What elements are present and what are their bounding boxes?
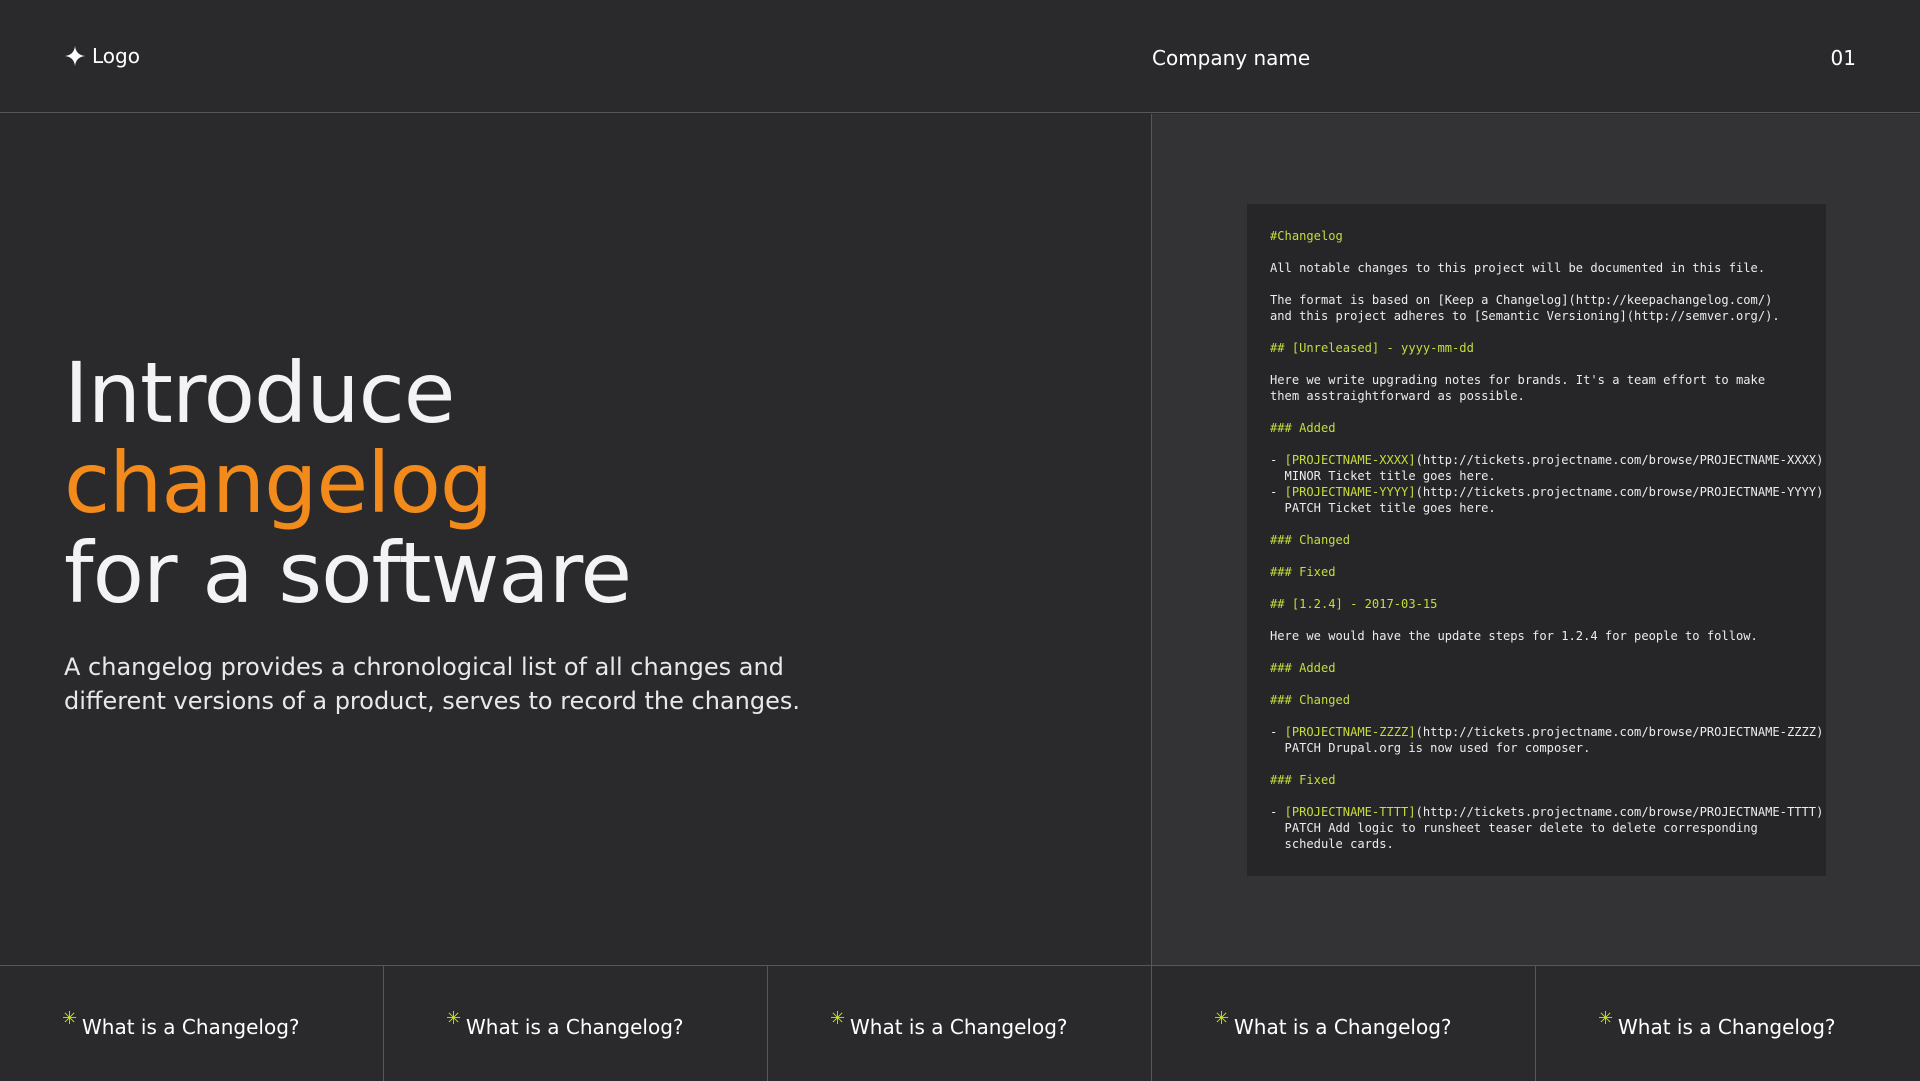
code-line: PATCH Ticket title goes here. (1270, 501, 1496, 515)
code-line: - [PROJECTNAME-ZZZZ](http://tickets.proj… (1270, 724, 1826, 740)
asterisk-icon: ✳ (1598, 1008, 1614, 1029)
code-bullet: - (1270, 453, 1285, 467)
code-line: ### Fixed (1270, 565, 1336, 579)
hero-title-line-3: for a software (64, 524, 632, 622)
footer-nav-label: What is a Changelog? (82, 1015, 300, 1039)
code-line: PATCH Add logic to runsheet teaser delet… (1270, 821, 1758, 835)
hero-title-line-1: Introduce (64, 344, 455, 442)
footer-nav-label: What is a Changelog? (1618, 1015, 1836, 1039)
changelog-code-block: #Changelog All notable changes to this pr… (1247, 204, 1826, 876)
footer-nav-item[interactable]: ✳ What is a Changelog? (1536, 966, 1920, 1081)
footer-nav-item[interactable]: ✳ What is a Changelog? (0, 966, 384, 1081)
code-line: The format is based on [Keep a Changelog… (1270, 293, 1773, 307)
asterisk-icon: ✳ (62, 1008, 78, 1029)
company-name: Company name (1152, 46, 1311, 70)
code-line: #Changelog (1270, 229, 1343, 243)
asterisk-icon: ✳ (1214, 1008, 1230, 1029)
code-line: ### Added (1270, 421, 1336, 435)
ticket-id: [PROJECTNAME-XXXX] (1284, 453, 1416, 467)
code-line: ### Changed (1270, 533, 1351, 547)
asterisk-icon: ✳ (830, 1008, 846, 1029)
code-line: and this project adheres to [Semantic Ve… (1270, 309, 1780, 323)
code-bullet: - (1270, 805, 1285, 819)
code-line: Here we would have the update steps for … (1270, 629, 1758, 643)
code-line: ### Fixed (1270, 773, 1336, 787)
footer-nav-item[interactable]: ✳ What is a Changelog? (768, 966, 1152, 1081)
code-bullet: - (1270, 725, 1285, 739)
code-line: ### Changed (1270, 693, 1351, 707)
code-line: Here we write upgrading notes for brands… (1270, 373, 1766, 387)
logo[interactable]: Logo (64, 44, 140, 68)
ticket-url: (http://tickets.projectname.com/browse/P… (1415, 485, 1824, 499)
hero-title-highlight: changelog (64, 434, 493, 532)
footer-nav-item[interactable]: ✳ What is a Changelog? (1152, 966, 1536, 1081)
code-line: - [PROJECTNAME-YYYY](http://tickets.proj… (1270, 484, 1826, 500)
hero-description: A changelog provides a chronological lis… (64, 653, 800, 715)
ticket-url: (http://tickets.projectname.com/browse/P… (1415, 805, 1824, 819)
logo-label: Logo (92, 44, 140, 68)
code-line: ### Added (1270, 661, 1336, 675)
footer-nav-label: What is a Changelog? (850, 1015, 1068, 1039)
code-line: - [PROJECTNAME-TTTT](http://tickets.proj… (1270, 804, 1826, 820)
code-line: ## [1.2.4] - 2017-03-15 (1270, 597, 1438, 611)
code-bullet: - (1270, 485, 1285, 499)
code-line: ## [Unreleased] - yyyy-mm-dd (1270, 341, 1474, 355)
header: Logo Company name 01 (0, 0, 1920, 113)
footer-nav-label: What is a Changelog? (466, 1015, 684, 1039)
ticket-id: [PROJECTNAME-TTTT] (1284, 805, 1416, 819)
hero-title: Introduce changelog for a software (64, 344, 632, 622)
code-line: PATCH Drupal.org is now used for compose… (1270, 741, 1591, 755)
code-line: - [PROJECTNAME-XXXX](http://tickets.proj… (1270, 452, 1826, 468)
code-line: All notable changes to this project will… (1270, 261, 1766, 275)
footer-nav-label: What is a Changelog? (1234, 1015, 1452, 1039)
code-line: MINOR Ticket title goes here. (1270, 469, 1496, 483)
ticket-id: [PROJECTNAME-ZZZZ] (1284, 725, 1416, 739)
footer-nav: ✳ What is a Changelog? ✳ What is a Changelo… (0, 965, 1920, 1081)
footer-nav-item[interactable]: ✳ What is a Changelog? (384, 966, 768, 1081)
ticket-url: (http://tickets.projectname.com/browse/P… (1415, 725, 1824, 739)
page-number: 01 (1830, 46, 1856, 70)
code-line: schedule cards. (1270, 837, 1394, 851)
sparkle-icon (64, 45, 86, 67)
ticket-id: [PROJECTNAME-YYYY] (1284, 485, 1416, 499)
ticket-url: (http://tickets.projectname.com/browse/P… (1415, 453, 1824, 467)
asterisk-icon: ✳ (446, 1008, 462, 1029)
code-line: them asstraightforward as possible. (1270, 389, 1525, 403)
